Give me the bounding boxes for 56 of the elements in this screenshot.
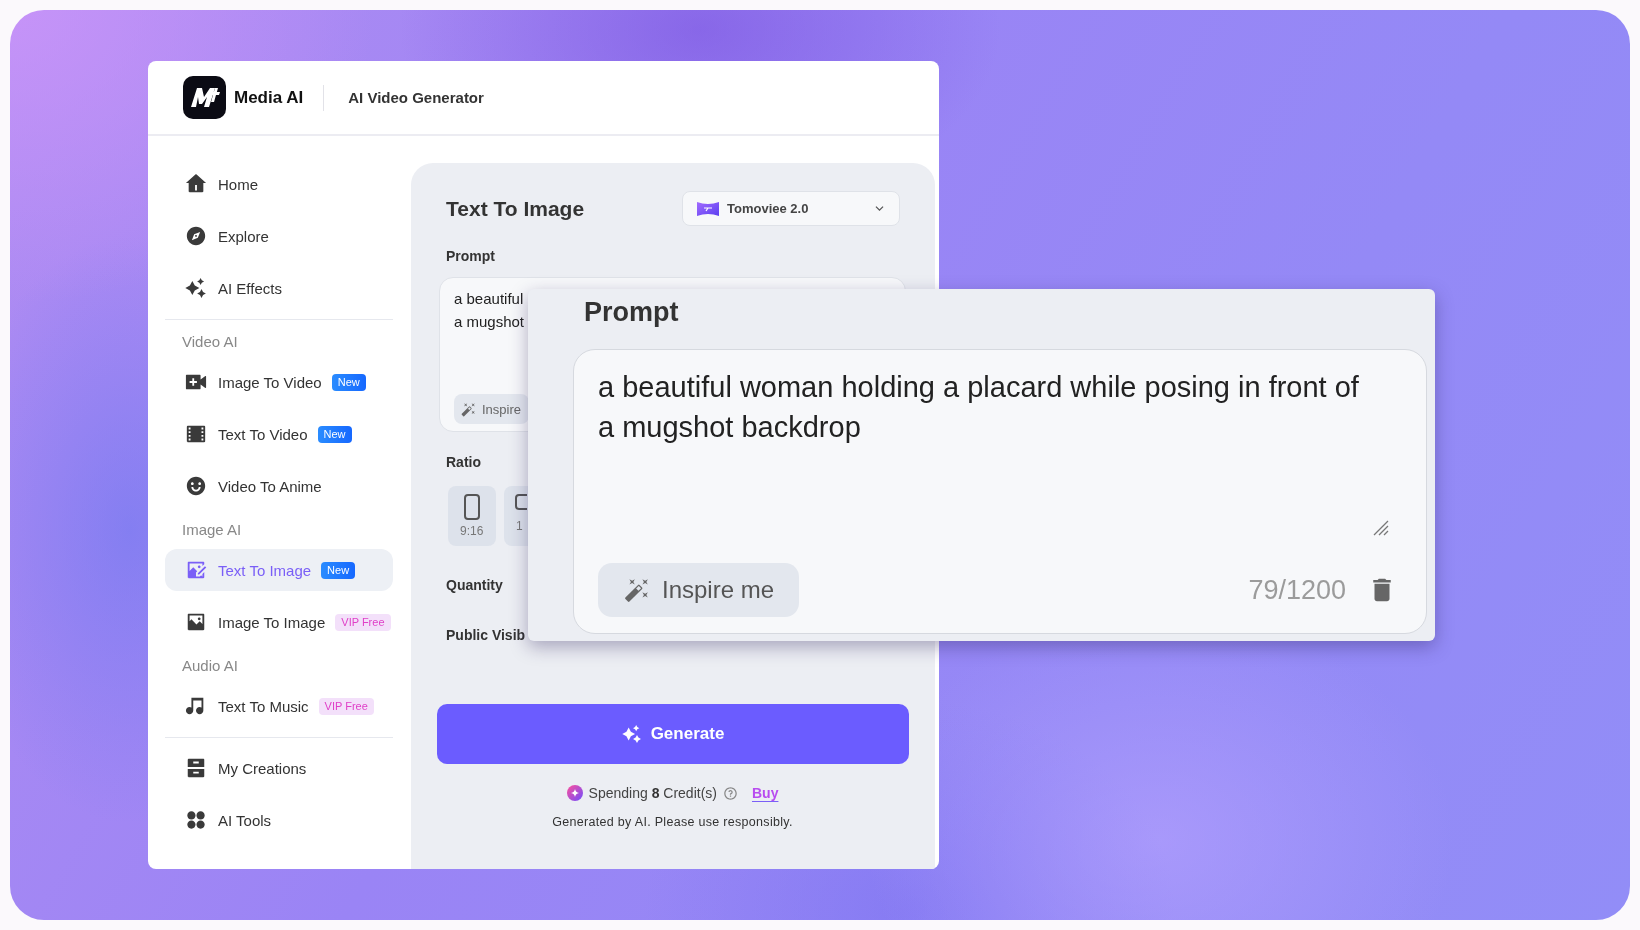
new-badge: New [321,561,356,579]
portrait-frame-icon [464,494,480,520]
app-logo-icon [183,76,226,119]
generate-button[interactable]: Generate [437,704,909,764]
sidebar-item[interactable]: Text To Image New [165,549,393,591]
section-heading: Audio AI [181,656,239,676]
film-icon [185,423,207,445]
new-badge: New [331,373,366,391]
field-label: Quantity [446,576,503,594]
sparkles-icon [621,724,642,744]
sidebar-item[interactable]: Video To Anime [165,465,393,507]
character-counter: 79/1200 [1248,574,1346,606]
resize-grip-icon[interactable] [1373,520,1389,536]
sidebar-item[interactable]: Text To Music VIP Free [165,685,393,727]
sidebar-item[interactable]: Text To Video New [165,413,393,455]
help-icon[interactable] [723,785,738,801]
credits-text: Spending 8 Credit(s) [588,785,717,801]
compass-icon [185,225,207,247]
magic-wand-icon [461,401,476,417]
landscape-frame-icon [515,494,527,510]
sidebar-item[interactable]: My Creations [165,747,393,789]
panel-title: Text To Image [446,196,585,221]
sparkles-icon [185,277,207,299]
inspire-button[interactable]: Inspire me [598,563,799,617]
smiley-icon [185,475,207,497]
new-badge: New [317,425,352,443]
field-label: Prompt [446,247,495,265]
prompt-input[interactable]: a beautiful woman holding a placard while posing in front of a mugshot backdrop [598,367,1368,520]
sidebar-item[interactable]: Image To Image VIP Free [165,601,393,643]
inspire-button[interactable]: Inspire [454,394,530,424]
coin-icon [566,785,583,801]
model-dropdown[interactable]: Tomoviee 2.0 [682,191,900,226]
sidebar-item[interactable]: AI Tools [165,799,393,841]
apps-grid-icon [185,809,207,831]
page-title: AI Video Generator [348,89,484,106]
vip-badge: VIP Free [335,613,391,631]
sidebar-item[interactable]: AI Effects [165,267,393,309]
ratio-option[interactable]: 9:16 [448,486,496,546]
field-label: Prompt [584,296,679,329]
model-logo-icon [697,201,719,216]
sidebar-item[interactable]: Home [165,163,393,205]
field-label: Ratio [446,453,481,471]
section-heading: Image AI [181,520,243,540]
prompt-input[interactable]: a beautiful a mugshot [454,287,525,333]
sidebar-item[interactable]: Explore [165,215,393,257]
field-label: Public Visib [446,626,526,644]
brand-name: Media AI [234,87,304,108]
image-icon [185,559,207,581]
vip-badge: VIP Free [318,697,374,715]
magic-wand-icon [624,577,650,603]
image-icon [185,611,207,633]
archive-tray-icon [185,757,207,779]
house-icon [185,173,207,195]
disclaimer-text: Generated by AI. Please use responsibly. [552,815,793,829]
sidebar-item[interactable]: Image To Video New [165,361,393,403]
section-heading: Video AI [181,332,239,352]
